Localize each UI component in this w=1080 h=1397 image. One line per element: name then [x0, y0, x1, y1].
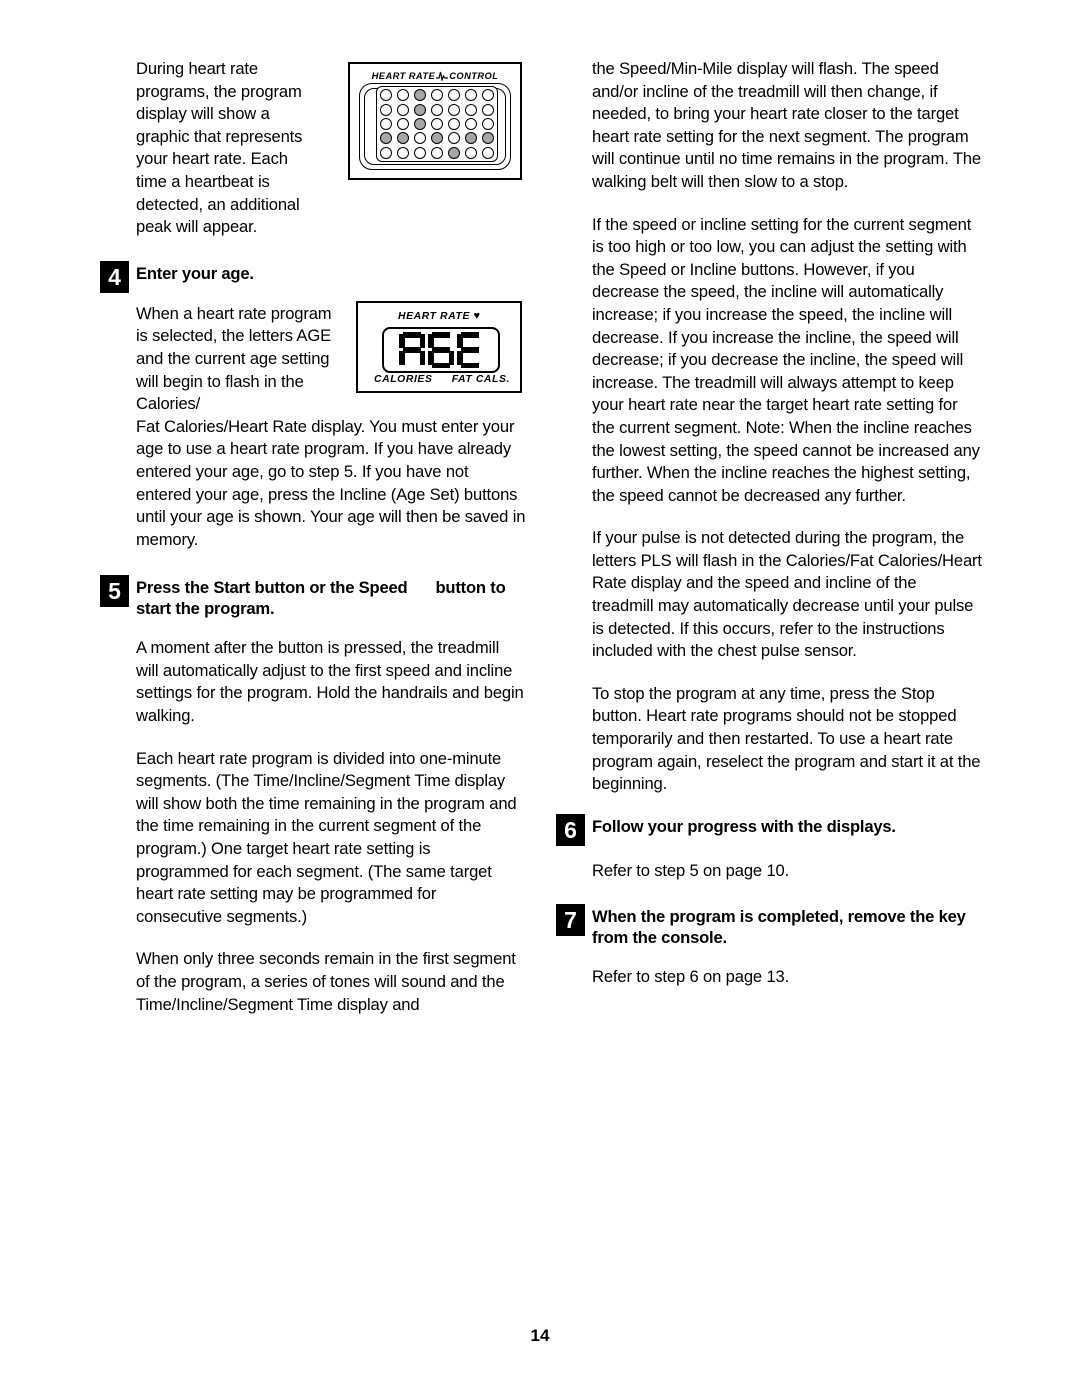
heart-rate-dot [430, 117, 443, 130]
heart-rate-dot [447, 117, 460, 130]
heart-rate-dot [481, 132, 494, 145]
step-5-title: Press the Start button or the Speed butto… [136, 577, 526, 619]
heart-rate-dot [481, 117, 494, 130]
intro-paragraph: During heart rate programs, the program … [136, 59, 303, 237]
heart-rate-dot [414, 132, 427, 145]
age-seven-segment-readout [382, 327, 500, 373]
step-7-title: When the program is completed, remove th… [592, 907, 966, 948]
heart-rate-dot [397, 132, 410, 145]
heart-rate-control-figure: HEART RATE CONTROL [348, 62, 522, 180]
seven-segment-character [457, 332, 483, 368]
heart-rate-dot [380, 132, 393, 145]
heart-rate-dot [380, 117, 393, 130]
heart-rate-dot [481, 146, 494, 159]
step-5-paragraph-1: A moment after the button is pressed, th… [136, 638, 524, 726]
step-4-badge: 4 [100, 260, 129, 293]
heart-icon: ♥ [473, 310, 481, 322]
step-7-badge: 7 [556, 904, 585, 937]
heart-rate-dot [464, 89, 477, 102]
heart-rate-dot [380, 89, 393, 102]
step-5-badge: 5 [100, 575, 129, 608]
heart-rate-dot [464, 117, 477, 130]
step-6-heading: 6 Follow your progress with the displays… [556, 813, 982, 846]
heart-rate-dot [430, 132, 443, 145]
heart-rate-dot [447, 146, 460, 159]
heart-rate-dot [447, 103, 460, 116]
heart-rate-dot-matrix [376, 86, 498, 162]
step-5-paragraph-2: Each heart rate program is divided into … [136, 748, 517, 926]
step-7-paragraph: Refer to step 6 on page 13. [592, 967, 790, 987]
heart-rate-dot [414, 146, 427, 159]
heart-rate-dot [464, 103, 477, 116]
age-display-figure: HEART RATE ♥ CALORIES FAT CALS. [356, 301, 522, 393]
heart-rate-dot [430, 103, 443, 116]
heart-rate-dot [464, 132, 477, 145]
heart-rate-dot [380, 103, 393, 116]
calories-label: CALORIES [374, 374, 433, 385]
right-paragraph-1: the Speed/Min-Mile display will flash. T… [592, 59, 981, 191]
heart-rate-dot [414, 117, 427, 130]
step-6-badge: 6 [556, 813, 585, 846]
heart-rate-dot [481, 89, 494, 102]
heart-rate-dot [397, 146, 410, 159]
seven-segment-character [428, 332, 454, 368]
seven-segment-character [399, 332, 425, 368]
heart-rate-dot [414, 103, 427, 116]
fat-cals-label: FAT CALS. [451, 374, 510, 385]
age-display-bottom-labels: CALORIES FAT CALS. [374, 374, 510, 385]
step-4-paragraph-continue: Fat Calories/Heart Rate display. You mus… [136, 416, 526, 549]
right-column: the Speed/Min-Mile display will flash. T… [556, 58, 982, 1009]
step-6-paragraph: Refer to step 5 on page 10. [592, 860, 790, 880]
heart-rate-control-label-left: HEART RATE [371, 70, 436, 81]
heart-rate-dot [481, 103, 494, 116]
age-display-heart-rate-label: HEART RATE [397, 311, 470, 322]
right-paragraph-3: If your pulse is not detected during the… [592, 528, 982, 661]
heart-rate-dot [464, 146, 477, 159]
heart-rate-dot [447, 132, 460, 145]
step-4-title: Enter your age. [136, 263, 254, 283]
page-number: 14 [530, 1326, 550, 1345]
heart-rate-dot [397, 89, 410, 102]
step-4-paragraph-wrap: When a heart rate program is selected, t… [136, 303, 332, 414]
heart-rate-dot [397, 117, 410, 130]
step-4-heading: 4 Enter your age. [100, 260, 526, 293]
step-6-title: Follow your progress with the displays. [592, 816, 896, 836]
heart-rate-control-label: HEART RATE CONTROL [350, 70, 520, 83]
heart-rate-dot [430, 89, 443, 102]
step-7-heading: 7 When the program is completed, remove … [556, 904, 982, 948]
manual-page: During heart rate programs, the program … [0, 0, 1080, 1397]
heart-rate-dot [430, 146, 443, 159]
age-display-top-label: HEART RATE ♥ [358, 310, 520, 322]
step-5-title-part1: Press the Start button or the Speed [136, 578, 408, 598]
heart-rate-dot [414, 89, 427, 102]
heart-rate-dot [380, 146, 393, 159]
step-5-heading: 5 Press the Start button or the Speed but… [100, 575, 526, 619]
heart-rate-dot [397, 103, 410, 116]
left-column: During heart rate programs, the program … [100, 58, 526, 1036]
right-paragraph-4: To stop the program at any time, press t… [592, 683, 981, 794]
ekg-blip-icon [436, 70, 449, 83]
right-paragraph-2: If the speed or incline setting for the … [592, 214, 980, 505]
step-5-paragraph-3: When only three seconds remain in the fi… [136, 949, 516, 1014]
heart-rate-control-label-right: CONTROL [449, 70, 499, 81]
heart-rate-dot [447, 89, 460, 102]
